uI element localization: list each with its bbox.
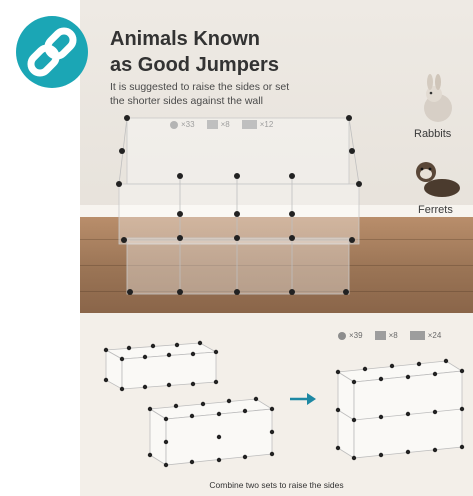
bottom-caption: Combine two sets to raise the sides	[209, 480, 344, 490]
stacked-pen-illustration	[335, 358, 465, 461]
